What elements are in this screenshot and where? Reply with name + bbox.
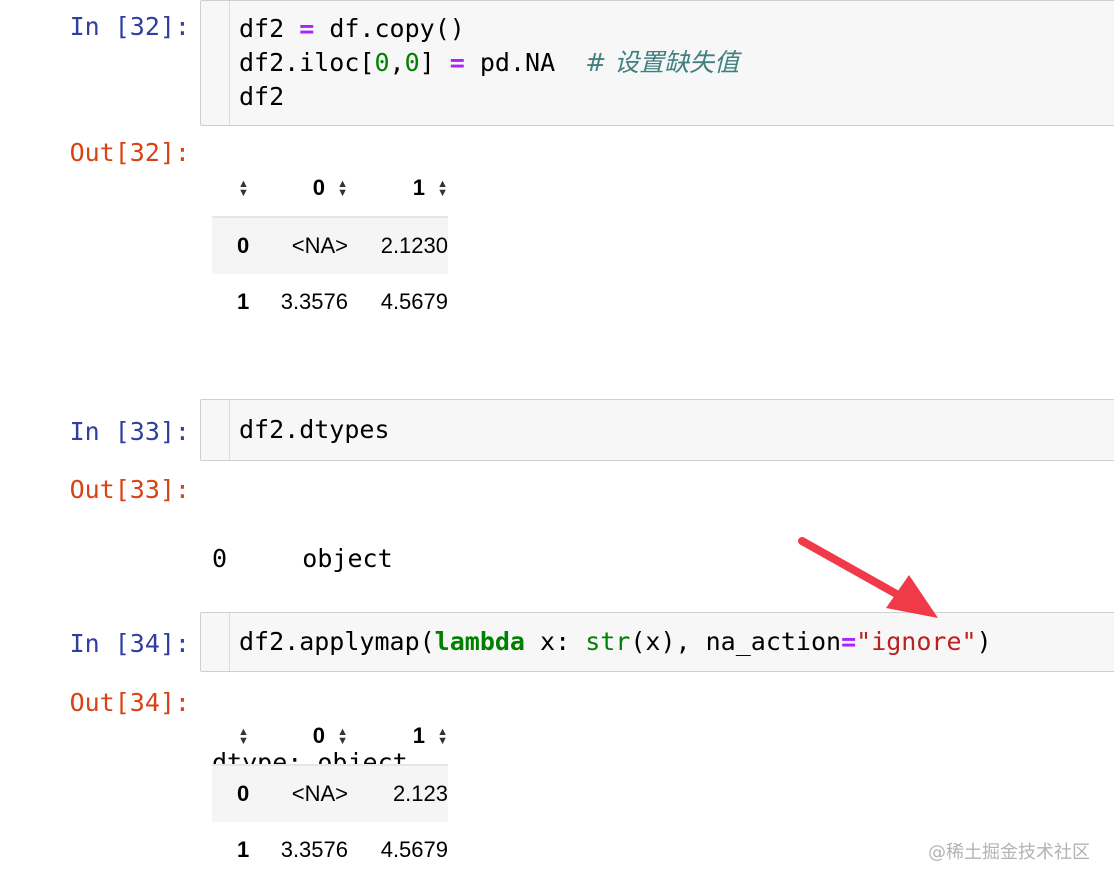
table-cell: 4.5679 bbox=[380, 837, 448, 862]
table-cell: 2.1230 bbox=[380, 233, 448, 258]
code-token: x: bbox=[524, 627, 586, 656]
code-token: df.copy() bbox=[314, 14, 465, 43]
code-cell-32[interactable]: df2 = df.copy() df2.iloc[0,0] = pd.NA # 设… bbox=[200, 0, 1114, 126]
output-prompt-33: Out[33]: bbox=[69, 475, 190, 504]
cell-gutter bbox=[201, 1, 230, 125]
table-row: 0 <NA> 2.123 bbox=[212, 765, 448, 822]
code-line: df2.dtypes bbox=[239, 413, 390, 447]
sort-icon[interactable]: ▲ ▼ bbox=[238, 179, 249, 199]
code-token: str bbox=[585, 627, 631, 656]
code-token: = bbox=[841, 627, 857, 656]
sort-icon[interactable]: ▲ ▼ bbox=[437, 727, 448, 747]
code-cell-33[interactable]: df2.dtypes bbox=[200, 399, 1114, 461]
table-cell: <NA> bbox=[291, 233, 348, 258]
output-line: 0 object bbox=[212, 544, 393, 573]
table-cell: <NA> bbox=[291, 781, 348, 806]
code-token: df2.dtypes bbox=[239, 415, 390, 444]
code-token: df2.applymap( bbox=[239, 627, 435, 656]
code-token: 0 bbox=[374, 48, 390, 77]
table-cell: 2.123 bbox=[392, 781, 448, 806]
input-prompt-33: In [33]: bbox=[69, 417, 190, 446]
cell-gutter bbox=[201, 400, 230, 460]
column-header-label: 1 bbox=[412, 175, 425, 200]
column-header-label: 0 bbox=[312, 175, 325, 200]
table-cell: 3.3576 bbox=[280, 289, 348, 314]
sort-icon[interactable]: ▲ ▼ bbox=[337, 727, 348, 747]
sort-icon[interactable]: ▲ ▼ bbox=[337, 179, 348, 199]
code-token: # 设置缺失值 bbox=[585, 48, 740, 77]
code-token: ] bbox=[419, 48, 450, 77]
code-token: = bbox=[449, 48, 465, 77]
code-token: 0 bbox=[404, 48, 420, 77]
code-editor-32[interactable]: df2 = df.copy() df2.iloc[0,0] = pd.NA # 设… bbox=[239, 12, 739, 114]
row-index: 1 bbox=[237, 289, 250, 314]
row-index: 0 bbox=[237, 233, 250, 258]
column-header[interactable]: 0 ▲ ▼ bbox=[262, 160, 348, 218]
code-line: df2.applymap(lambda x: str(x), na_action… bbox=[239, 625, 992, 659]
dataframe-output-32: ▲ ▼ 0 ▲ ▼ 1 ▲ ▼ 0 <NA> 2.1230 1 3.3576 4.56… bbox=[212, 160, 448, 330]
input-prompt-34: In [34]: bbox=[69, 629, 190, 658]
index-header[interactable]: ▲ ▼ bbox=[212, 708, 262, 766]
code-token: pd.NA bbox=[464, 48, 586, 77]
index-header[interactable]: ▲ ▼ bbox=[212, 160, 262, 218]
column-header[interactable]: 1 ▲ ▼ bbox=[348, 708, 448, 766]
dataframe-output-34: ▲ ▼ 0 ▲ ▼ 1 ▲ ▼ 0 <NA> 2.123 1 3.3576 4.567… bbox=[212, 708, 448, 878]
code-cell-34[interactable]: df2.applymap(lambda x: str(x), na_action… bbox=[200, 612, 1114, 672]
code-token: df2 bbox=[239, 82, 285, 111]
table-row: 1 3.3576 4.5679 bbox=[212, 822, 448, 878]
code-token: df2 bbox=[239, 14, 300, 43]
code-token: , bbox=[389, 48, 405, 77]
input-prompt-32: In [32]: bbox=[69, 12, 190, 41]
sort-icon[interactable]: ▲ ▼ bbox=[238, 727, 249, 747]
column-header-label: 1 bbox=[412, 723, 425, 748]
table-cell: 3.3576 bbox=[280, 837, 348, 862]
cell-gutter bbox=[201, 613, 230, 671]
code-token: lambda bbox=[434, 627, 525, 656]
sort-icon[interactable]: ▲ ▼ bbox=[437, 179, 448, 199]
code-token: (x), na_action bbox=[630, 627, 842, 656]
code-token: df2.iloc[ bbox=[239, 48, 375, 77]
row-index: 0 bbox=[237, 781, 250, 806]
column-header[interactable]: 0 ▲ ▼ bbox=[262, 708, 348, 766]
column-header[interactable]: 1 ▲ ▼ bbox=[348, 160, 448, 218]
code-editor-33[interactable]: df2.dtypes bbox=[239, 413, 390, 447]
table-header-row: ▲ ▼ 0 ▲ ▼ 1 ▲ ▼ bbox=[212, 160, 448, 218]
code-line: df2 bbox=[239, 80, 739, 114]
code-token: "ignore" bbox=[856, 627, 977, 656]
table-row: 0 <NA> 2.1230 bbox=[212, 217, 448, 274]
table-cell: 4.5679 bbox=[380, 289, 448, 314]
table-header-row: ▲ ▼ 0 ▲ ▼ 1 ▲ ▼ bbox=[212, 708, 448, 766]
output-prompt-34: Out[34]: bbox=[69, 688, 190, 717]
row-index: 1 bbox=[237, 837, 250, 862]
code-token: ) bbox=[976, 627, 992, 656]
column-header-label: 0 bbox=[312, 723, 325, 748]
table-row: 1 3.3576 4.5679 bbox=[212, 274, 448, 330]
code-editor-34[interactable]: df2.applymap(lambda x: str(x), na_action… bbox=[239, 625, 992, 659]
output-prompt-32: Out[32]: bbox=[69, 138, 190, 167]
watermark: @稀土掘金技术社区 bbox=[928, 842, 1090, 863]
code-line: df2 = df.copy() bbox=[239, 12, 739, 46]
code-line: df2.iloc[0,0] = pd.NA # 设置缺失值 bbox=[239, 46, 739, 80]
code-token: = bbox=[299, 14, 315, 43]
